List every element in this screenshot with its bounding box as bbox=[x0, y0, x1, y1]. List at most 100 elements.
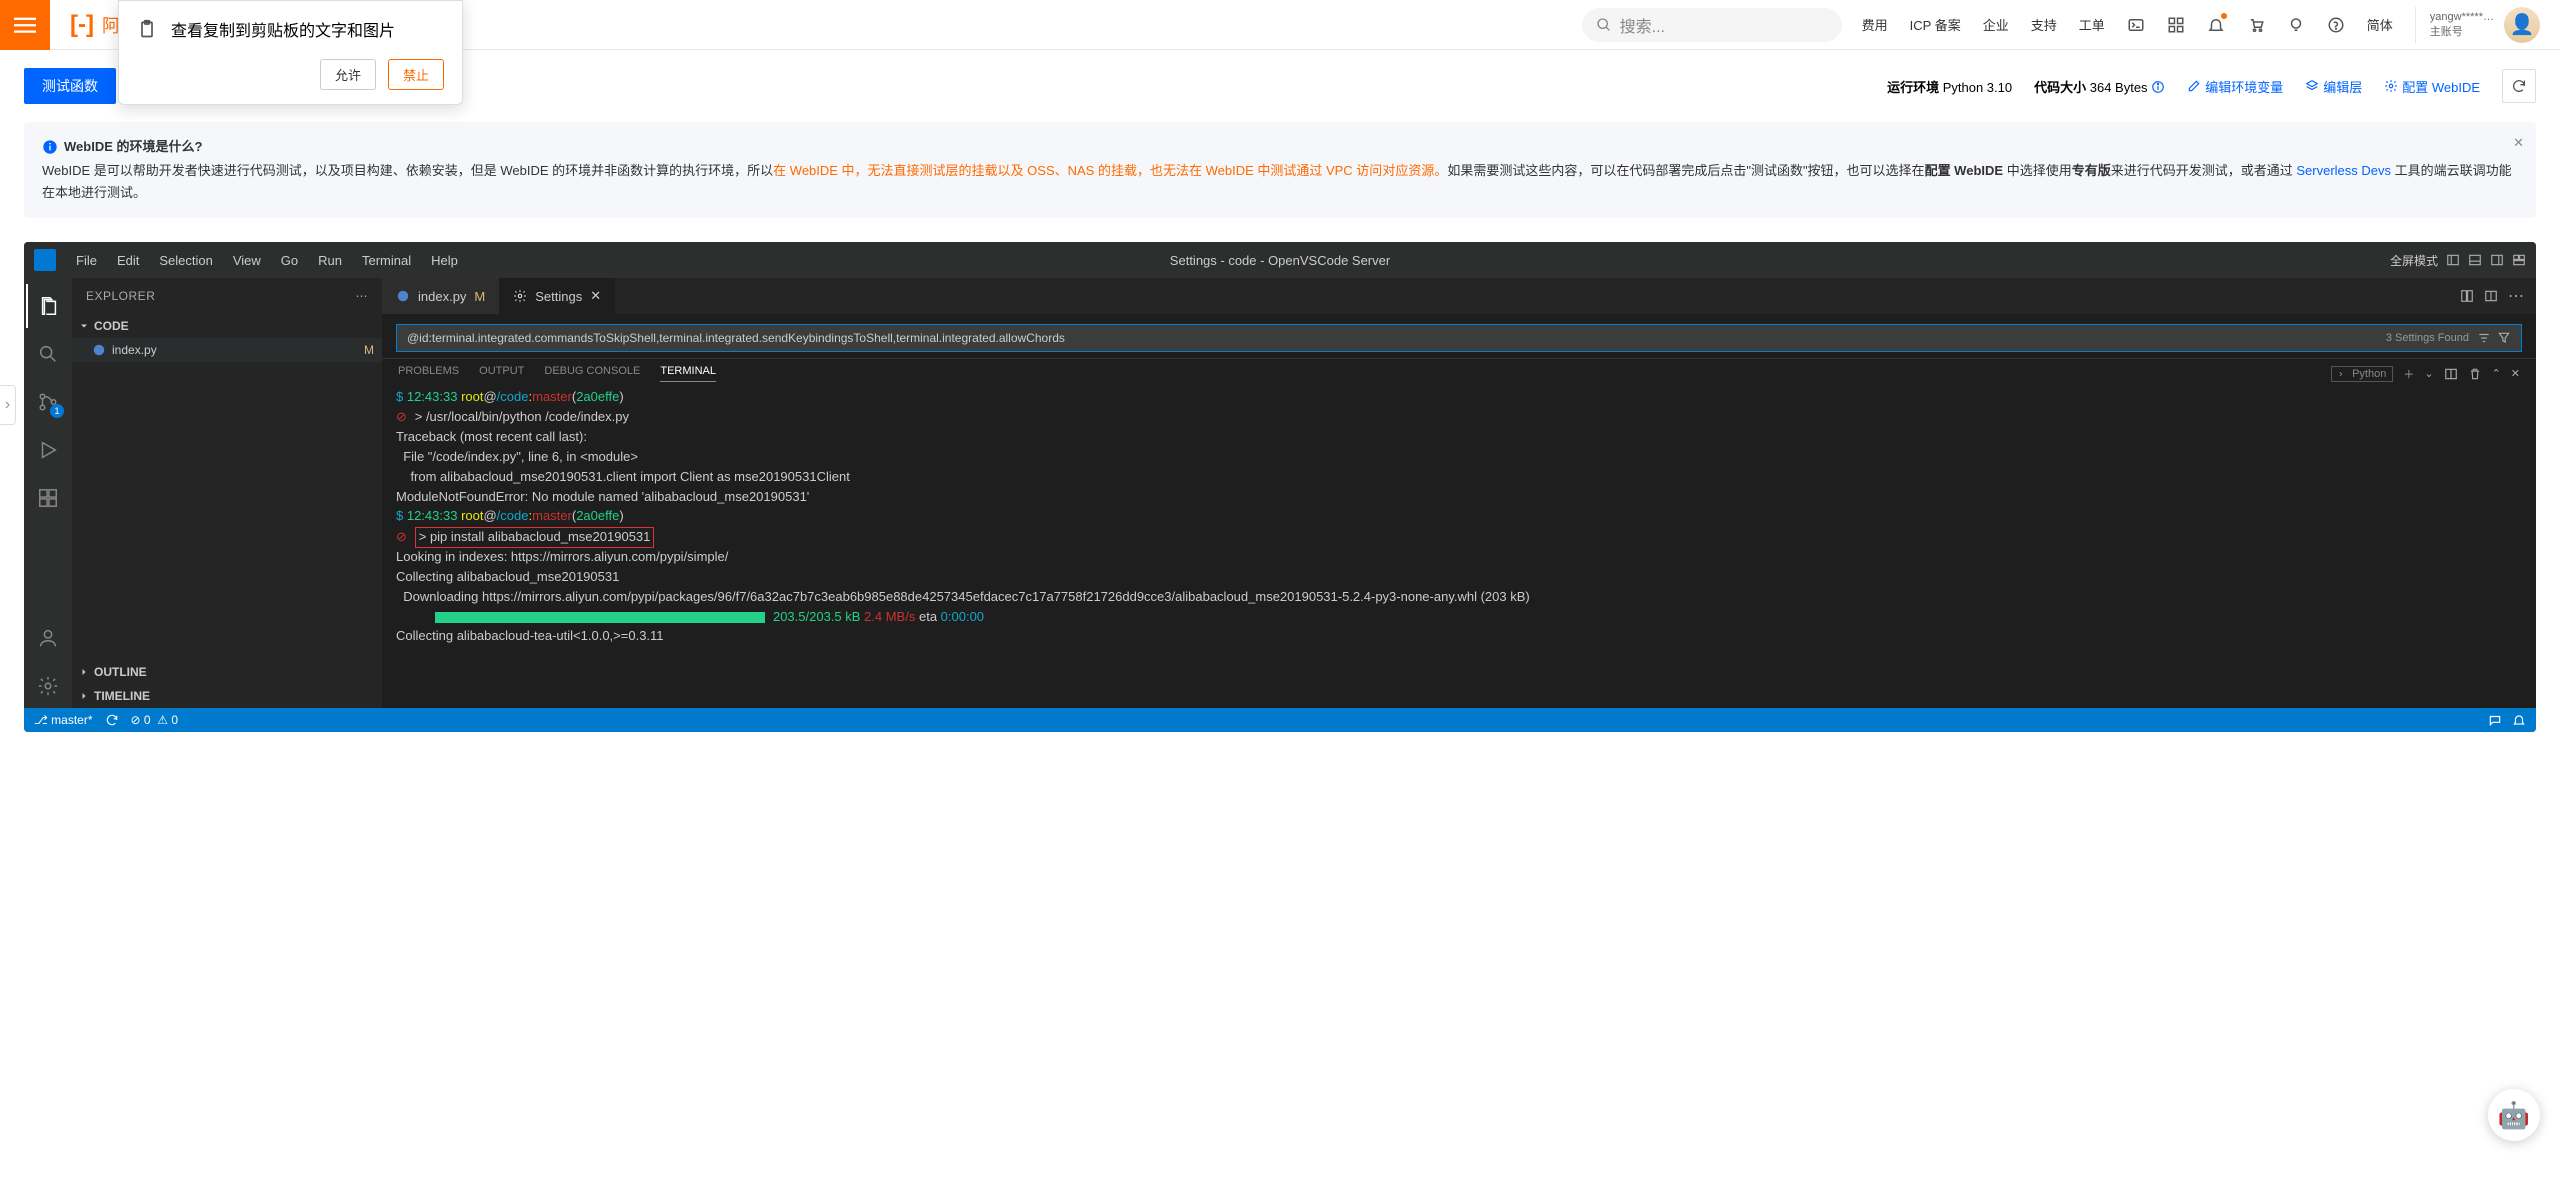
code-folder[interactable]: CODE bbox=[72, 314, 382, 338]
tip-icon[interactable] bbox=[2287, 16, 2305, 34]
activity-explorer[interactable] bbox=[26, 284, 70, 328]
bell-icon[interactable] bbox=[2512, 713, 2526, 727]
tab-settings[interactable]: Settings ✕ bbox=[499, 278, 615, 314]
settings-search-input[interactable]: @id:terminal.integrated.commandsToSkipSh… bbox=[396, 324, 2522, 352]
sync-icon[interactable] bbox=[105, 713, 119, 727]
editor-tabs: index.py M Settings ✕ ⋯ bbox=[382, 278, 2536, 314]
serverless-devs-link[interactable]: Serverless Devs bbox=[2296, 163, 2391, 178]
filter-icon[interactable] bbox=[2477, 331, 2491, 345]
refresh-button[interactable] bbox=[2502, 69, 2536, 103]
funnel-icon[interactable] bbox=[2497, 331, 2511, 345]
outline-section[interactable]: OUTLINE bbox=[72, 660, 382, 684]
trash-icon[interactable] bbox=[2468, 367, 2482, 381]
info-icon bbox=[42, 139, 58, 155]
menu-edit[interactable]: Edit bbox=[107, 253, 149, 268]
tab-index-py[interactable]: index.py M bbox=[382, 278, 499, 314]
timeline-section[interactable]: TIMELINE bbox=[72, 684, 382, 708]
panel-output[interactable]: OUTPUT bbox=[479, 365, 524, 382]
deny-button[interactable]: 禁止 bbox=[388, 59, 444, 90]
maximize-panel-icon[interactable]: ⌃ bbox=[2492, 367, 2501, 380]
gear-icon bbox=[2384, 79, 2398, 93]
notifications-button[interactable] bbox=[2207, 16, 2225, 34]
status-branch[interactable]: ⎇ master* bbox=[34, 713, 93, 727]
open-changes-icon[interactable] bbox=[2460, 289, 2474, 303]
info-icon[interactable] bbox=[2151, 80, 2165, 94]
python-file-icon bbox=[92, 343, 106, 357]
panel-tabs: PROBLEMS OUTPUT DEBUG CONSOLE TERMINAL P… bbox=[382, 358, 2536, 382]
edit-env-link[interactable]: 编辑环境变量 bbox=[2187, 77, 2283, 96]
user-name: yangw*****… bbox=[2430, 11, 2494, 23]
layout-panel-icon[interactable] bbox=[2468, 253, 2482, 267]
close-icon[interactable]: ✕ bbox=[2513, 132, 2524, 154]
menu-help[interactable]: Help bbox=[421, 253, 468, 268]
menu-view[interactable]: View bbox=[223, 253, 271, 268]
terminal-selector[interactable]: Python bbox=[2331, 366, 2393, 382]
activity-extensions[interactable] bbox=[26, 476, 70, 520]
split-terminal-icon[interactable] bbox=[2444, 367, 2458, 381]
editor-area: index.py M Settings ✕ ⋯ @id:terminal.int… bbox=[382, 278, 2536, 708]
code-size-info: 代码大小 364 Bytes bbox=[2034, 77, 2165, 96]
activity-account[interactable] bbox=[26, 616, 70, 660]
nav-support[interactable]: 支持 bbox=[2031, 15, 2057, 34]
fullscreen-button[interactable]: 全屏模式 bbox=[2390, 252, 2438, 269]
panel-debug[interactable]: DEBUG CONSOLE bbox=[544, 365, 640, 382]
terminal-dropdown-icon[interactable]: ⌄ bbox=[2424, 367, 2433, 380]
search-wrap: 搜索... bbox=[1582, 8, 1842, 42]
menu-file[interactable]: File bbox=[66, 253, 107, 268]
cart-icon[interactable] bbox=[2247, 16, 2265, 34]
split-editor-icon[interactable] bbox=[2484, 289, 2498, 303]
top-nav: 费用 ICP 备案 企业 支持 工单 简体 yangw*****… 主账号 👤 bbox=[1862, 7, 2560, 43]
search-input[interactable]: 搜索... bbox=[1582, 8, 1842, 42]
feedback-icon[interactable] bbox=[2488, 713, 2502, 727]
apps-icon[interactable] bbox=[2167, 16, 2185, 34]
close-panel-icon[interactable]: ✕ bbox=[2511, 367, 2520, 380]
activity-bar: 1 bbox=[24, 278, 72, 708]
help-icon[interactable] bbox=[2327, 16, 2345, 34]
new-terminal-icon[interactable]: ＋ bbox=[2403, 366, 2414, 382]
activity-search[interactable] bbox=[26, 332, 70, 376]
layout-sidebar-icon[interactable] bbox=[2446, 253, 2460, 267]
nav-lang[interactable]: 简体 bbox=[2367, 15, 2393, 34]
terminal-output[interactable]: $ 12:43:33 root@/code:master(2a0effe) ⊘ … bbox=[382, 382, 2536, 708]
notification-dot bbox=[2221, 13, 2227, 19]
ide-window-title: Settings - code - OpenVSCode Server bbox=[1170, 253, 1390, 268]
nav-workorder[interactable]: 工单 bbox=[2079, 15, 2105, 34]
nav-enterprise[interactable]: 企业 bbox=[1983, 15, 2009, 34]
activity-run[interactable] bbox=[26, 428, 70, 472]
webide: File Edit Selection View Go Run Terminal… bbox=[24, 242, 2536, 732]
user-menu[interactable]: yangw*****… 主账号 👤 bbox=[2415, 7, 2550, 43]
menu-go[interactable]: Go bbox=[271, 253, 308, 268]
python-file-icon bbox=[396, 289, 410, 303]
status-problems[interactable]: ⊘ 0 ⚠ 0 bbox=[131, 713, 179, 727]
editor-more-icon[interactable]: ⋯ bbox=[2508, 286, 2524, 306]
menu-toggle[interactable] bbox=[0, 0, 50, 50]
nav-cost[interactable]: 费用 bbox=[1862, 15, 1888, 34]
sidebar-more-icon[interactable]: ⋯ bbox=[356, 289, 369, 303]
status-bar: ⎇ master* ⊘ 0 ⚠ 0 bbox=[24, 708, 2536, 732]
expand-handle[interactable]: › bbox=[0, 385, 16, 425]
clipboard-permission-popup: 查看复制到剪贴板的文字和图片 允许 禁止 bbox=[118, 0, 463, 105]
menu-selection[interactable]: Selection bbox=[149, 253, 222, 268]
activity-scm[interactable]: 1 bbox=[26, 380, 70, 424]
avatar: 👤 bbox=[2504, 7, 2540, 43]
allow-button[interactable]: 允许 bbox=[320, 59, 376, 90]
cloud-shell-icon[interactable] bbox=[2127, 16, 2145, 34]
assistant-fab[interactable]: 🤖 bbox=[2488, 1089, 2540, 1141]
test-function-button[interactable]: 测试函数 bbox=[24, 68, 116, 104]
menu-run[interactable]: Run bbox=[308, 253, 352, 268]
file-index-py[interactable]: index.py M bbox=[72, 338, 382, 362]
config-webide-link[interactable]: 配置 WebIDE bbox=[2384, 77, 2480, 96]
vscode-logo-icon bbox=[34, 249, 56, 271]
activity-settings[interactable] bbox=[26, 664, 70, 708]
close-icon[interactable]: ✕ bbox=[590, 288, 601, 304]
settings-found-label: 3 Settings Found bbox=[2376, 332, 2469, 344]
panel-problems[interactable]: PROBLEMS bbox=[398, 365, 459, 382]
layout-customize-icon[interactable] bbox=[2512, 253, 2526, 267]
nav-icp[interactable]: ICP 备案 bbox=[1910, 15, 1961, 34]
layer-icon bbox=[2305, 79, 2319, 93]
layout-right-icon[interactable] bbox=[2490, 253, 2504, 267]
panel-terminal[interactable]: TERMINAL bbox=[660, 365, 716, 382]
edit-layer-link[interactable]: 编辑层 bbox=[2305, 77, 2362, 96]
edit-icon bbox=[2187, 79, 2201, 93]
menu-terminal[interactable]: Terminal bbox=[352, 253, 421, 268]
